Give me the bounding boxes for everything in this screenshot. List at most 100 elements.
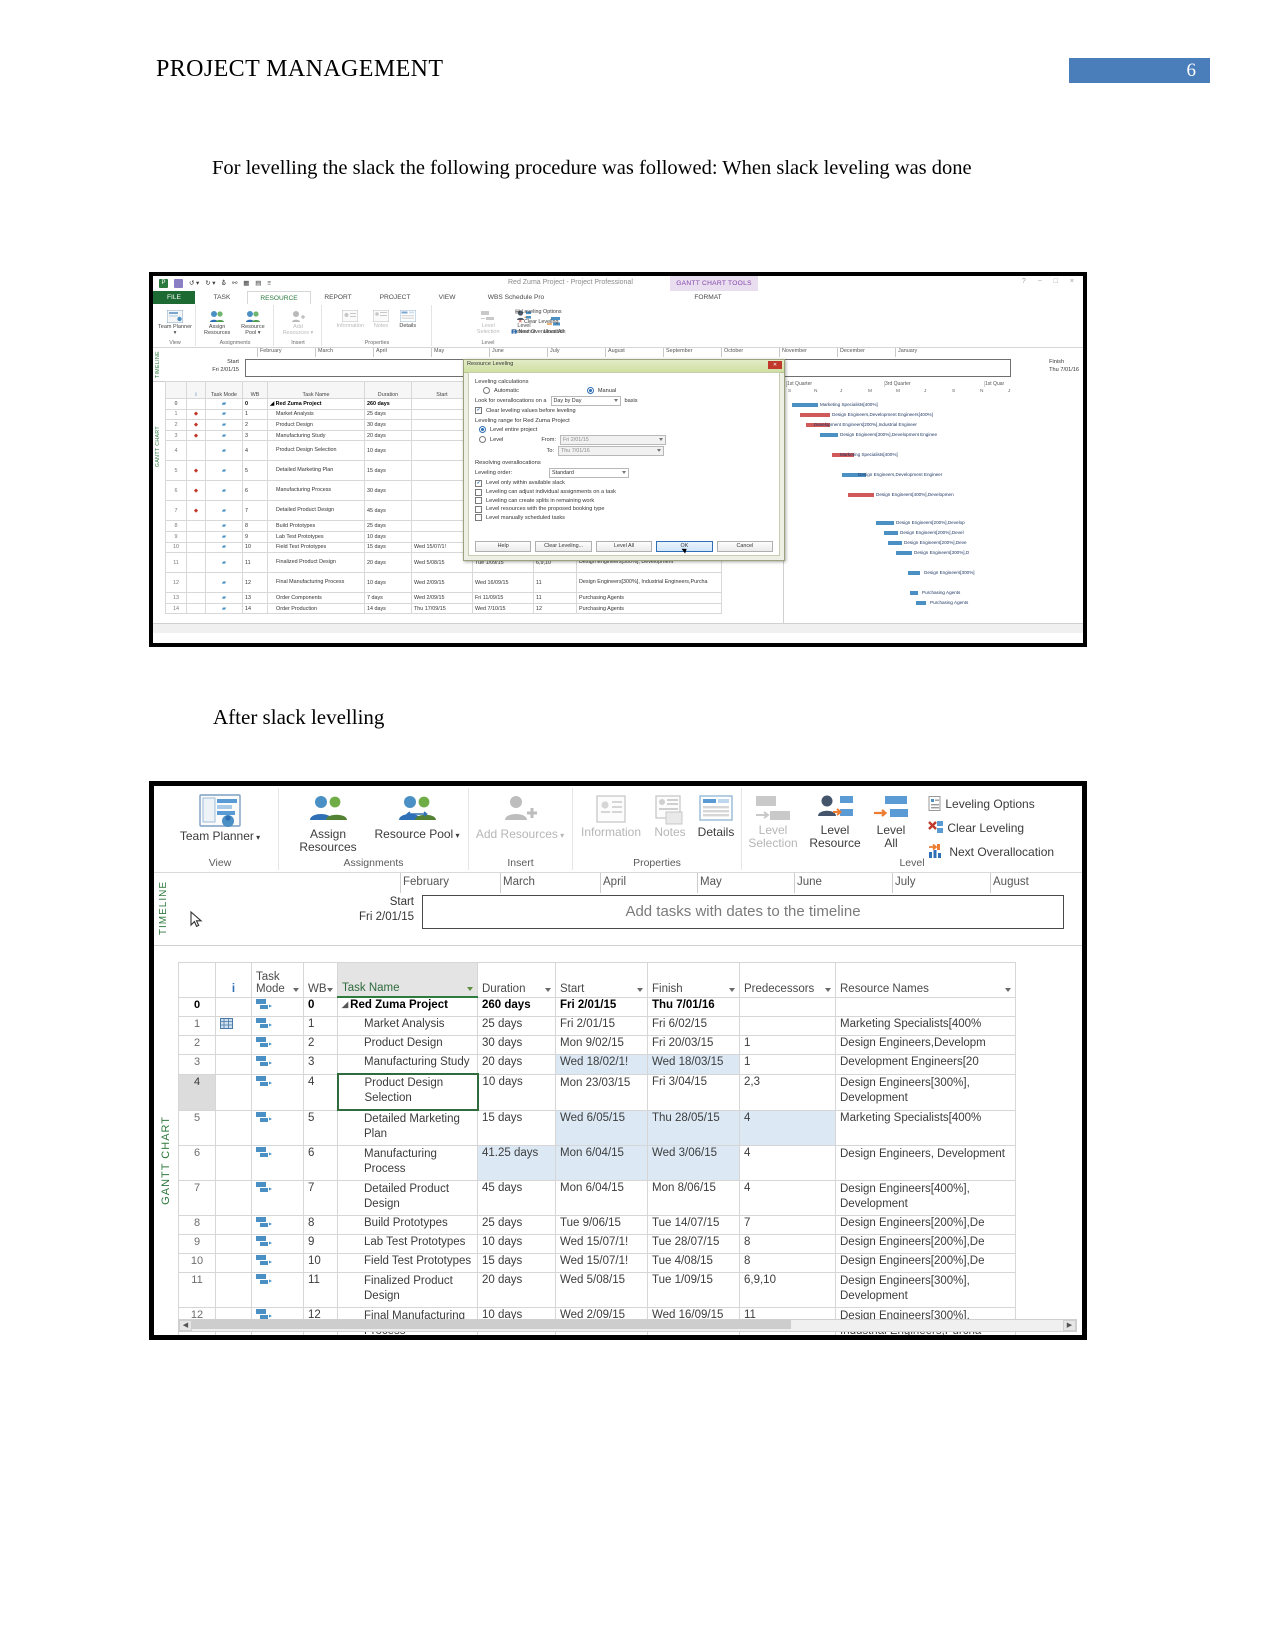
s1-col-duration[interactable]: Duration [364,381,412,399]
s2-task-table[interactable]: i Task Mode WB Task Name Duration Start … [178,962,1016,1335]
s1-row-name[interactable]: Final Manufacturing Process [267,572,365,594]
s2-taskmode-icon[interactable] [251,1234,304,1254]
level-range-radio[interactable] [479,436,486,444]
tab-view[interactable]: VIEW [425,291,469,304]
table-row[interactable]: 6 6 Manufacturing Process 41.25 days Mon… [178,1145,1016,1181]
s2-taskmode-icon[interactable] [251,1054,304,1075]
s2-add-resources-button[interactable]: Add Resources ▾ [475,794,565,842]
s1-row-name[interactable]: Detailed Product Design [267,500,365,522]
s1-row-taskmode-icon[interactable]: ▰ [205,552,243,574]
s2-col-predecessors[interactable]: Predecessors [739,962,836,998]
proposed-booking-checkbox[interactable] [475,505,482,513]
s1-row-taskmode-icon[interactable]: ▰ [205,460,243,482]
tab-report[interactable]: REPORT [311,291,365,304]
s2-leveling-options-button[interactable]: Leveling Options [928,796,1035,811]
s1-add-resources-button[interactable]: Add Resources ▾ [281,308,315,336]
undo-icon[interactable]: ↺ ▾ [189,280,199,287]
s1-row-taskmode-icon[interactable]: ▰ [205,572,243,594]
overallocation-basis-select[interactable]: Day by Day [550,395,621,406]
s2-taskmode-icon[interactable] [251,1073,304,1111]
tab-file[interactable]: FILE [153,291,195,304]
s1-row-taskmode-icon[interactable]: ▰ [205,408,243,421]
s2-col-duration[interactable]: Duration [477,962,556,998]
s1-row-taskmode-icon[interactable]: ▰ [205,520,243,532]
more-qat-icon[interactable]: ≡ [267,280,271,287]
link-icon[interactable]: ⚯ [232,280,237,287]
s2-taskmode-icon[interactable] [251,1109,304,1146]
s1-row-name[interactable]: Build Prototypes [267,520,365,532]
s2-row-indicator-icon[interactable] [215,1016,252,1036]
table-row[interactable]: 3 3 Manufacturing Study 20 days Wed 18/0… [178,1054,1016,1075]
leveling-order-select[interactable]: Standard [549,468,629,479]
level-manual-tasks-checkbox[interactable] [475,514,482,522]
s2-level-all-button[interactable]: Level All [866,794,916,850]
s1-gantt-bar[interactable] [916,601,926,605]
s2-row-name[interactable]: Product Design [337,1035,478,1055]
s1-row-name[interactable]: Manufacturing Process [267,480,365,502]
grid-icon[interactable]: ▦ [243,280,249,287]
table-row[interactable]: 2 2 Product Design 30 days Mon 9/02/15 F… [178,1035,1016,1055]
s2-taskmode-icon[interactable] [251,1272,304,1308]
s2-col-finish[interactable]: Finish [647,962,740,998]
s2-taskmode-icon[interactable] [251,996,304,1017]
tab-format[interactable]: FORMAT [673,291,743,304]
s2-row-name[interactable]: Detailed Marketing Plan [337,1109,478,1146]
s1-row-name[interactable]: Order Production [267,602,365,615]
table-row[interactable]: 4 4 Product Design Selection 10 days Mon… [178,1073,1016,1111]
table-row[interactable]: 9 9 Lab Test Prototypes 10 days Wed 15/0… [178,1234,1016,1254]
s2-team-planner-button[interactable]: Team Planner ▾ [174,794,266,844]
s1-gantt-bar[interactable] [820,433,838,437]
s2-row-name[interactable]: Product Design Selection [336,1073,479,1111]
s1-row-name[interactable]: ◢ Red Zuma Project [267,398,365,410]
scroll-thumb[interactable] [191,1320,791,1329]
s1-row-taskmode-icon[interactable]: ▰ [205,419,243,431]
s1-row-taskmode-icon[interactable]: ▰ [205,602,243,615]
table-row[interactable]: 8 8 Build Prototypes 25 days Tue 9/06/15… [178,1215,1016,1235]
s1-assign-resources-button[interactable]: Assign Resources [200,308,234,336]
s1-row-name[interactable]: Lab Test Prototypes [267,530,365,543]
scroll-right-icon[interactable]: ▶ [1063,1320,1076,1331]
create-splits-checkbox[interactable] [475,497,482,505]
s1-information-button[interactable]: Information [333,308,367,329]
s1-row-name[interactable]: Product Design Selection [267,440,365,462]
s2-horizontal-scrollbar[interactable]: ◀ ▶ [178,1319,1077,1332]
s2-row-name[interactable]: Market Analysis [337,1016,478,1036]
s2-notes-button[interactable]: Notes [647,794,693,839]
s2-details-button[interactable]: Details [691,794,741,839]
s2-col-start[interactable]: Start [555,962,648,998]
s2-row-name[interactable]: Build Prototypes [337,1215,478,1235]
s2-timeline-band[interactable]: Add tasks with dates to the timeline [422,895,1064,929]
s2-taskmode-icon[interactable] [251,1145,304,1181]
s1-row-name[interactable]: Order Components [267,592,365,604]
s1-row-taskmode-icon[interactable]: ▰ [205,592,243,604]
s2-information-button[interactable]: Information [575,794,647,839]
s2-row-name[interactable]: Manufacturing Process [337,1145,478,1181]
adjust-assignments-checkbox[interactable] [475,488,482,496]
s1-row-taskmode-icon[interactable]: ▰ [205,530,243,543]
s1-row-taskmode-icon[interactable]: ▰ [205,541,243,554]
s1-gantt-bar[interactable] [896,551,912,555]
s1-team-planner-button[interactable]: Team Planner ▾ [158,308,192,336]
s1-table-row[interactable]: 13 ▰ 13 Order Components 7 days Wed 2/09/15 Fr… [165,592,722,604]
s1-gantt-bar[interactable] [910,591,918,595]
s2-row-name[interactable]: Finalized Product Design [337,1272,478,1308]
s1-clear-leveling-button[interactable]: ✕ Clear Leveling [511,317,565,327]
s2-col-resource-names[interactable]: Resource Names [835,962,1016,998]
level-entire-project-radio[interactable] [479,426,486,434]
s2-col-task-mode[interactable]: Task Mode [251,962,304,998]
s2-row-name[interactable]: Manufacturing Study [337,1054,478,1075]
clear-values-checkbox[interactable]: ✔ [475,407,482,415]
s1-gantt-bar[interactable] [876,521,894,525]
s2-taskmode-icon[interactable] [251,1035,304,1055]
s1-leveling-options-button[interactable]: ▤ Leveling Options [511,307,565,317]
level-within-slack-checkbox[interactable]: ✔ [475,479,482,487]
s1-col-wbs[interactable]: WB [242,381,268,399]
hierarchy-icon[interactable]: ⛢ [221,280,226,287]
to-date-input[interactable]: Thu 7/01/16 [558,446,664,457]
s2-taskmode-icon[interactable] [251,1253,304,1273]
manual-radio[interactable] [586,387,594,394]
s1-quick-access-toolbar[interactable]: P ↺ ▾ ↻ ▾ ⛢ ⚯ ▦ ▤ ≡ [159,279,271,288]
level-all-button[interactable]: Level All [595,541,653,552]
s1-gantt-bar[interactable] [848,493,874,497]
s2-row-name[interactable]: Lab Test Prototypes [337,1234,478,1254]
